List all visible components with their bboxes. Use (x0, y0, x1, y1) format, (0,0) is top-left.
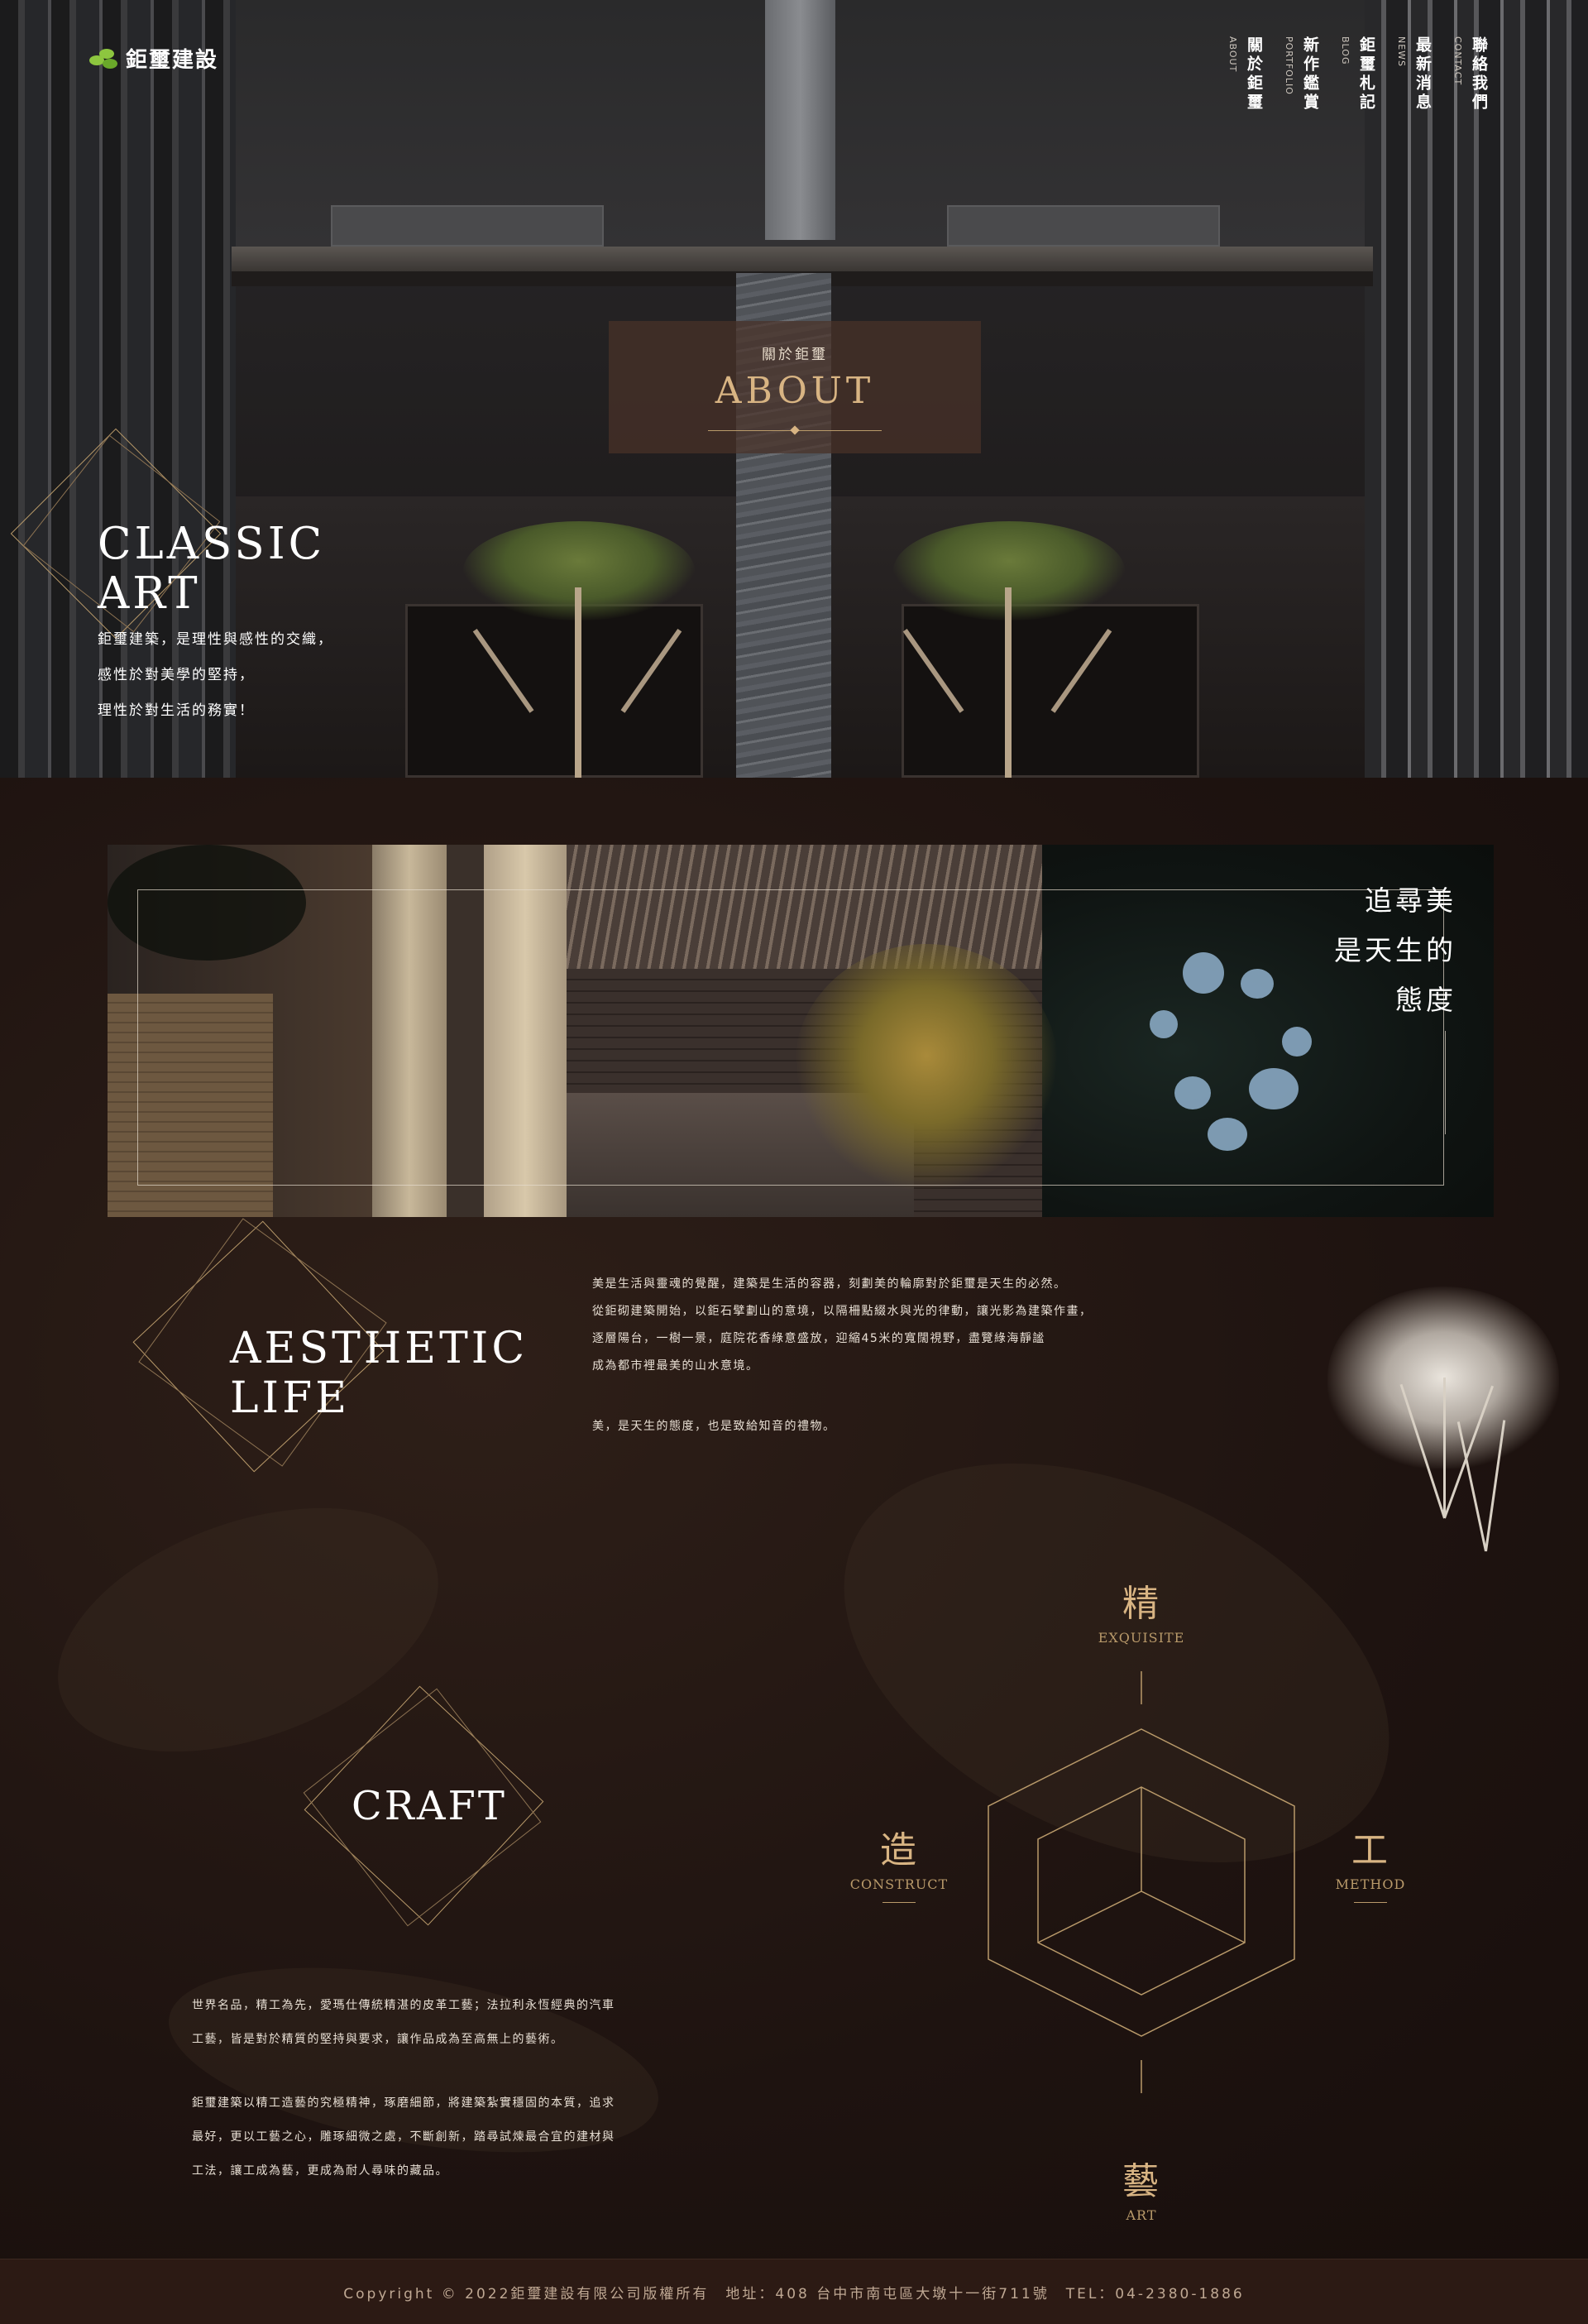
pillar-construct: 造 CONSTRUCT (825, 1820, 973, 1903)
nav-item-portfolio[interactable]: PORTFOLIO 新作鑑賞 (1284, 36, 1322, 113)
footer-copyright: Copyright © 2022鉅璽建設有限公司版權所有 地址：408 台中市南… (343, 2285, 1245, 2302)
nav-item-news[interactable]: NEWS 最新消息 (1396, 36, 1434, 113)
hero-window (947, 205, 1220, 247)
nav-item-contact[interactable]: CONTACT 聯絡我們 (1452, 36, 1490, 113)
hero-section: 鉅璽建設 CONTACT 聯絡我們 NEWS 最新消息 BLOG 鉅璽札記 PO… (0, 0, 1588, 778)
nav-item-about[interactable]: ABOUT 關於鉅璽 (1227, 36, 1265, 113)
architecture-photo-banner: 追尋美 是天生的 態度 (108, 845, 1494, 1217)
site-footer: Copyright © 2022鉅璽建設有限公司版權所有 地址：408 台中市南… (0, 2259, 1588, 2324)
hero-pillar-top (765, 0, 835, 240)
aesthetic-life-text: 美是生活與靈魂的覺醒，建築是生活的容器，刻劃美的輪廓對於鉅璽是天生的必然。 從鉅… (592, 1277, 1093, 1433)
hero-canopy (232, 247, 1373, 271)
pillar-method: 工 METHOD (1296, 1820, 1445, 1903)
banner-quote-divider (1445, 1031, 1446, 1134)
craft-title: CRAFT (352, 1783, 507, 1829)
hero-fins-right (1365, 0, 1588, 778)
craft-cube-diagram (988, 1671, 1295, 2093)
about-heading-box: 關於鉅璽 ABOUT (609, 321, 981, 453)
aesthetic-life-title: AESTHETIC LIFE (230, 1324, 529, 1423)
page: 鉅璽建設 CONTACT 聯絡我們 NEWS 最新消息 BLOG 鉅璽札記 PO… (0, 0, 1588, 2324)
logo-icon (89, 47, 119, 70)
white-tree-illustration (1319, 1287, 1567, 1560)
pillar-art: 藝 ART (1122, 2160, 1160, 2223)
hero-tree (877, 521, 1141, 778)
banner-frame (137, 889, 1444, 1186)
pillar-exquisite: 精 EXQUISITE (1098, 1583, 1185, 1646)
main-nav: CONTACT 聯絡我們 NEWS 最新消息 BLOG 鉅璽札記 PORTFOL… (1227, 36, 1490, 113)
banner-quote: 追尋美 是天生的 態度 (1334, 884, 1456, 1016)
classic-art-title: CLASSIC ART (98, 519, 326, 619)
hero-tree (447, 521, 711, 778)
brand-logo[interactable]: 鉅璽建設 (89, 43, 218, 74)
brand-name: 鉅璽建設 (126, 48, 219, 73)
diamond-icon (790, 425, 800, 435)
hero-window (331, 205, 604, 247)
nav-item-blog[interactable]: BLOG 鉅璽札記 (1340, 36, 1378, 113)
about-heading-en: ABOUT (715, 370, 875, 412)
craft-text: 世界名品，精工為先，愛瑪仕傳統精湛的皮革工藝；法拉利永恆經典的汽車 工藝，皆是對… (192, 1999, 615, 2178)
about-heading-zh: 關於鉅璽 (762, 347, 828, 363)
classic-art-description: 鉅璽建築，是理性與感性的交織， 感性於對美學的堅持， 理性於對生活的務實！ (98, 631, 333, 719)
